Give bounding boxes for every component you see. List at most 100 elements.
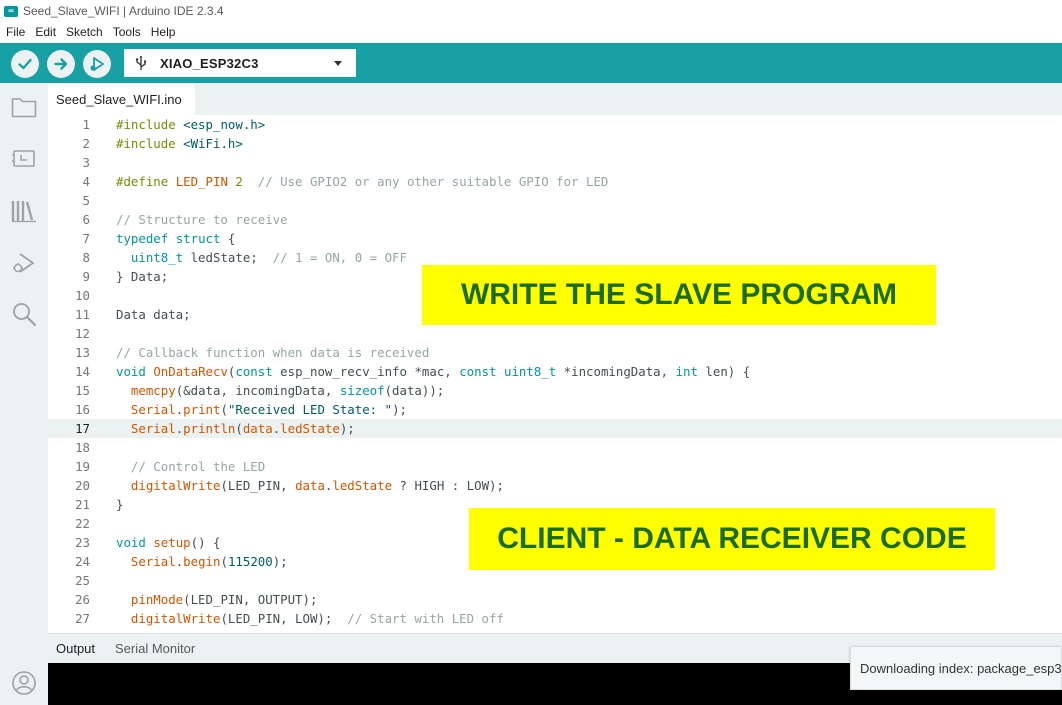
code-token: digitalWrite	[130, 478, 221, 493]
code-line[interactable]: 12	[48, 324, 1062, 343]
menu-edit[interactable]: Edit	[35, 25, 56, 39]
window-title: Seed_Slave_WIFI | Arduino IDE 2.3.4	[23, 4, 224, 18]
code-line[interactable]: 7 typedef struct {	[48, 229, 1062, 248]
code-line[interactable]: 18	[48, 438, 1062, 457]
search-icon	[13, 303, 37, 327]
code-token: (LED_PIN, LOW);	[220, 611, 333, 626]
code-line[interactable]: 3	[48, 153, 1062, 172]
line-number: 19	[75, 459, 90, 474]
line-number: 20	[75, 478, 90, 493]
code-token: // Structure to receive	[116, 212, 288, 227]
code-line[interactable]: 17 Serial.println(data.ledState);	[48, 419, 1062, 438]
code-line[interactable]: 2 #include <WiFi.h>	[48, 134, 1062, 153]
code-token: );	[392, 402, 407, 417]
debug-button[interactable]	[83, 50, 111, 78]
code-token: () {	[190, 535, 221, 550]
code-line[interactable]: 1 #include <esp_now.h>	[48, 115, 1062, 134]
debug-panel-button[interactable]	[10, 249, 38, 277]
line-number: 21	[75, 497, 90, 512]
code-text: Serial.println(data.ledState);	[116, 421, 355, 436]
code-token: 2	[227, 174, 243, 189]
line-number: 4	[82, 174, 90, 189]
line-number: 25	[75, 573, 90, 588]
line-number: 11	[75, 307, 90, 322]
code-line[interactable]: 16 Serial.print("Received LED State: ");	[48, 400, 1062, 419]
code-token: (LED_PIN, OUTPUT);	[183, 592, 318, 607]
code-line[interactable]: 15 memcpy(&data, incomingData, sizeof(da…	[48, 381, 1062, 400]
checkmark-icon	[18, 58, 32, 70]
code-token: const	[459, 364, 497, 379]
code-line[interactable]: 13 // Callback function when data is rece…	[48, 343, 1062, 362]
code-token: // Start with LED off	[332, 611, 504, 626]
line-number: 17	[75, 421, 90, 436]
code-text: // Callback function when data is receiv…	[116, 345, 429, 360]
code-token: uint8_t	[130, 250, 184, 265]
arduino-logo-icon: ∞	[4, 5, 18, 17]
library-manager-button[interactable]	[10, 197, 38, 225]
sketchbook-button[interactable]	[10, 93, 38, 121]
code-text: digitalWrite(LED_PIN, LOW); // Start wit…	[116, 611, 504, 626]
code-token: void	[116, 535, 146, 550]
usb-icon	[135, 55, 146, 70]
line-number: 16	[75, 402, 90, 417]
code-token: // 1 = ON, 0 = OFF	[257, 250, 407, 265]
download-notification[interactable]: Downloading index: package_esp32_index.j…	[850, 646, 1062, 690]
code-token: 115200	[227, 554, 273, 569]
code-text: uint8_t ledState; // 1 = ON, 0 = OFF	[116, 250, 407, 265]
menu-sketch[interactable]: Sketch	[66, 25, 103, 39]
code-token: Serial	[130, 421, 176, 436]
menu-tools[interactable]: Tools	[113, 25, 141, 39]
code-token: // Control the LED	[130, 459, 266, 474]
code-line[interactable]: 20 digitalWrite(LED_PIN, data.ledState ?…	[48, 476, 1062, 495]
code-token: LED_PIN	[175, 174, 228, 189]
boards-manager-button[interactable]	[10, 144, 38, 172]
code-token: // Use GPIO2 or any other suitable GPIO …	[242, 174, 609, 189]
code-text: Data data;	[116, 307, 191, 322]
upload-button[interactable]	[47, 50, 75, 78]
library-icon	[11, 201, 36, 223]
search-button[interactable]	[10, 300, 38, 328]
menu-help[interactable]: Help	[151, 25, 176, 39]
code-text: // Structure to receive	[116, 212, 288, 227]
code-token: esp_now_recv_info *mac,	[272, 364, 460, 379]
tab-sketch-file[interactable]: Seed_Slave_WIFI.ino	[48, 83, 195, 115]
code-line[interactable]: 26 pinMode(LED_PIN, OUTPUT);	[48, 590, 1062, 609]
code-text: Serial.print("Received LED State: ");	[116, 402, 407, 417]
code-line[interactable]: 5	[48, 191, 1062, 210]
code-token: <WiFi.h>	[183, 136, 243, 151]
code-line[interactable]: 6 // Structure to receive	[48, 210, 1062, 229]
line-number: 23	[75, 535, 90, 550]
code-token: begin	[183, 554, 221, 569]
code-text: memcpy(&data, incomingData, sizeof(data)…	[116, 383, 444, 398]
code-line[interactable]: 25	[48, 571, 1062, 590]
code-token: "Received LED State: "	[227, 402, 393, 417]
toolbar: XIAO_ESP32C3	[0, 43, 1062, 83]
verify-button[interactable]	[11, 50, 39, 78]
code-token: *incomingData,	[556, 364, 676, 379]
board-selector[interactable]: XIAO_ESP32C3	[124, 49, 356, 77]
code-line[interactable]: 27 digitalWrite(LED_PIN, LOW); // Start …	[48, 609, 1062, 628]
line-number: 18	[75, 440, 90, 455]
code-token: {	[220, 231, 236, 246]
tab-output[interactable]: Output	[56, 641, 95, 656]
code-token: <esp_now.h>	[183, 117, 266, 132]
code-line[interactable]: 14 void OnDataRecv(const esp_now_recv_inf…	[48, 362, 1062, 381]
code-token: );	[339, 421, 355, 436]
code-token: );	[272, 554, 288, 569]
menu-file[interactable]: File	[6, 25, 25, 39]
code-line[interactable]: 19 // Control the LED	[48, 457, 1062, 476]
code-token: // Callback function when data is receiv…	[116, 345, 430, 360]
code-line[interactable]: 4 #define LED_PIN 2 // Use GPIO2 or any o…	[48, 172, 1062, 191]
line-number: 13	[75, 345, 90, 360]
line-number: 2	[82, 136, 90, 151]
code-text: // Control the LED	[116, 459, 265, 474]
account-button[interactable]	[10, 669, 38, 697]
activity-sidebar	[0, 83, 48, 705]
code-token: sizeof	[339, 383, 385, 398]
tab-serial-monitor[interactable]: Serial Monitor	[115, 641, 195, 656]
